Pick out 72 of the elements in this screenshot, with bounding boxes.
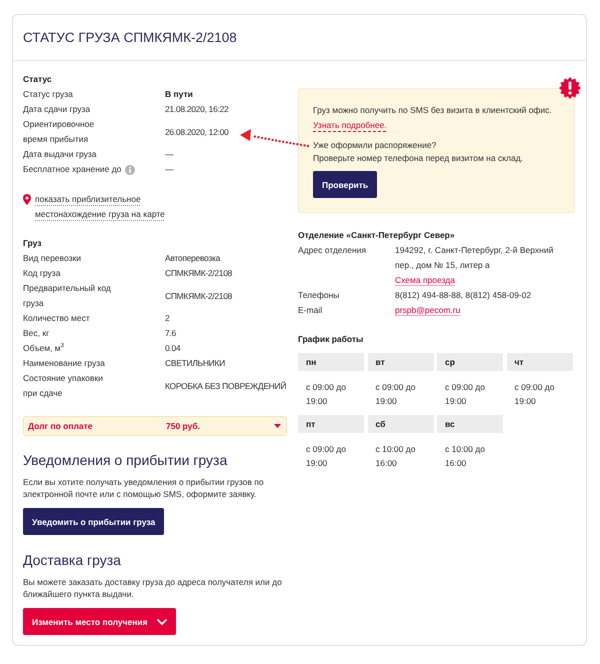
opening-hours: с 09:00 до 19:00	[444, 381, 486, 408]
field-value: 26.08.2020, 12:00	[165, 126, 230, 138]
caret-icon[interactable]	[274, 424, 281, 428]
field-label: Предварительный код груза	[23, 282, 112, 310]
section-heading: Статус	[23, 73, 53, 86]
field-label: Адрес отделения	[298, 244, 367, 257]
notify-button[interactable]: Уведомить о прибытии груза	[23, 508, 164, 535]
field-label: Дата сдачи груза	[23, 103, 90, 116]
field-value: —	[165, 148, 174, 161]
page-title: СТАТУС ГРУЗА СПМКЯМК-2/2108	[23, 30, 237, 45]
question-text: Уже оформили распоряжение?	[313, 139, 438, 152]
opening-hours: с 09:00 до 19:00	[305, 443, 347, 470]
hint-text: Проверьте номер телефона перед визитом на склад.	[313, 152, 524, 165]
map-link[interactable]: показать приблизительное местонахождение груза на карте	[35, 192, 175, 222]
field-label: Вид перевозки	[23, 252, 81, 265]
field-value: СВЕТИЛЬНИКИ	[165, 357, 226, 370]
field-label: Дата выдачи груза	[23, 148, 96, 161]
field-label: Вес, кг	[23, 327, 50, 340]
debt-bar[interactable]: Долг по оплате 750 руб.	[23, 416, 287, 436]
field-label: Статус груза	[23, 88, 73, 101]
section-title: Доставка груза	[23, 551, 122, 570]
field-value: —	[165, 163, 174, 176]
weekday-header: пн	[298, 353, 364, 371]
field-label: E-mail	[298, 304, 324, 317]
field-label: Количество мест	[23, 312, 90, 325]
more-link[interactable]: Узнать подробнее.	[313, 120, 387, 130]
debt-amount: 750 руб.	[166, 421, 200, 431]
field-value: Автоперевозка	[165, 252, 222, 265]
check-button[interactable]: Проверить	[313, 171, 378, 198]
field-label: Наименование груза	[23, 357, 105, 370]
alert-badge-icon	[559, 77, 581, 99]
field-value: 194292, г. Санкт-Петербург, 2-й Верхний пер., дом № 15, литер а	[395, 244, 554, 272]
office-title: Отделение «Санкт-Петербург Север»	[298, 229, 456, 242]
debt-label: Долг по оплате	[28, 421, 94, 431]
field-label: Код груза	[23, 267, 60, 280]
weekday-header: ср	[437, 353, 503, 371]
chevron-down-icon	[156, 618, 167, 624]
weekday-header: вс	[437, 415, 503, 433]
section-title: Уведомления о прибытии груза	[23, 451, 228, 470]
weekday-header: сб	[368, 415, 434, 433]
notification-text: Если вы хотите получать уведомления о прибытии грузов по электронной почте или с помощью SMS, оформите заявку.	[23, 476, 265, 500]
delivery-text: Вы можете заказать доставку груза до адреса получателя или до ближайшего пункта выдачи.	[23, 576, 283, 600]
field-value: 8(812) 494-88-88, 8(812) 458-09-02	[395, 289, 532, 302]
opening-hours: с 10:00 до 16:00	[444, 443, 486, 470]
field-value: СПМКЯМК-2/2108	[165, 267, 234, 280]
field-value: 21.08.2020, 16:22	[165, 103, 230, 116]
field-value: 7.6	[165, 327, 177, 340]
weekday-header: чт	[506, 353, 572, 371]
change-destination-button[interactable]: Изменить место получения	[23, 608, 176, 635]
section-heading: Груз	[23, 237, 42, 250]
field-value: СПМКЯМК-2/2108	[165, 290, 234, 302]
field-value: 0.04	[165, 342, 182, 355]
opening-hours: с 09:00 до 19:00	[514, 381, 556, 408]
opening-hours: с 09:00 до 19:00	[305, 381, 347, 408]
field-label: Состояние упаковки при сдаче	[23, 372, 104, 400]
schedule-heading: График работы	[298, 333, 364, 346]
contact-link[interactable]: prspb@pecom.ru	[395, 303, 460, 318]
field-value: КОРОБКА БЕЗ ПОВРЕЖДЕНИЙ	[165, 380, 287, 393]
field-label: Бесплатное хранение до	[23, 163, 122, 176]
field-value: 2	[165, 312, 170, 325]
opening-hours: с 10:00 до 16:00	[374, 443, 416, 470]
contact-link[interactable]: Схема проезда	[395, 273, 455, 288]
map-pin-icon	[23, 194, 31, 205]
dotted-arrow	[238, 126, 310, 150]
field-label: Ориентировочное время прибытия	[23, 118, 96, 146]
field-label: Телефоны	[298, 289, 340, 302]
field-label: Объем, м$^{3}$	[23, 342, 64, 355]
field-value: В пути	[165, 88, 194, 101]
notice-text: Груз можно получить по SMS без визита в клиентский офис.	[313, 104, 553, 117]
opening-hours: с 09:00 до 19:00	[374, 381, 416, 408]
weekday-header: пт	[298, 415, 364, 433]
weekday-header: вт	[368, 353, 434, 371]
